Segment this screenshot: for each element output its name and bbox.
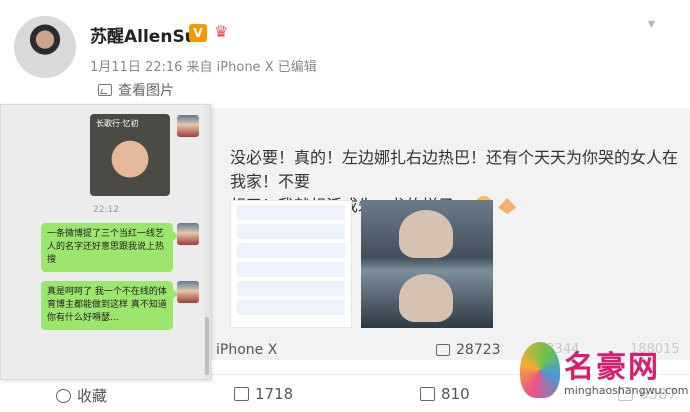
comment-icon [420, 387, 435, 401]
thumb-row [237, 300, 345, 315]
gift-emoji-icon [498, 198, 517, 214]
post-meta: 1月11日 22:16 来自 iPhone X 已编辑 [90, 60, 317, 75]
thumb-row [237, 243, 345, 258]
drama-figure [399, 274, 453, 322]
watermark-name: 名豪网 [564, 350, 660, 385]
repost-source: iPhone X [216, 342, 277, 358]
chat-screenshot-overlay: 长歌行·忆初 22:12 一条微博提了三个当红一线艺人的名字还好意思跟我说上热搜… [0, 104, 211, 380]
repost-source-label: iPhone X [216, 342, 278, 358]
view-pics-link[interactable]: 查看图片 [98, 80, 174, 100]
chat-avatar [177, 223, 199, 245]
repost-image-chat[interactable] [230, 200, 352, 328]
watermark-url: minghaoshangwu.com [564, 384, 689, 397]
scrollbar-thumb[interactable] [205, 317, 209, 375]
crown-icon: ♛ [214, 22, 229, 41]
repost-button[interactable]: 1718 [234, 385, 293, 403]
weibo-screenshot: 苏醒AllenSu V ♛ 1月11日 22:16 来自 iPhone X 已编… [0, 0, 690, 412]
repost-share-value: 28723 [456, 342, 501, 358]
favorite-label: 收藏 [77, 387, 108, 405]
view-pics-label: 查看图片 [118, 83, 174, 99]
picture-icon [98, 84, 112, 96]
chat-avatar [177, 115, 199, 137]
chat-message-1: 一条微博提了三个当红一线艺人的名字还好意思跟我说上热搜 [47, 229, 165, 265]
repost-image-drama[interactable] [361, 200, 493, 328]
author-avatar[interactable] [14, 16, 76, 78]
chat-bubble: 真是呵呵了 我一个不在线的体育博主都能做到这样 真不知道你有什么好嘚瑟... [41, 281, 178, 330]
chat-scrollbar[interactable] [204, 105, 210, 379]
chat-time: 22:12 [93, 205, 119, 215]
chat-photo[interactable]: 长歌行·忆初 [90, 114, 170, 196]
comment-button[interactable]: 810 [420, 385, 470, 403]
chat-avatar [177, 281, 199, 303]
chat-photo-label: 长歌行·忆初 [96, 119, 139, 128]
star-icon [56, 388, 71, 403]
repost-icon [234, 387, 249, 401]
repost-icon [436, 344, 450, 356]
repost-value: 1718 [255, 385, 294, 403]
repost-text-line1: 没必要！真的！左边娜扎右边热巴！还有个天天为你哭的女人在我家！不要 [230, 148, 679, 191]
thumb-row [237, 224, 345, 239]
drama-figure [399, 210, 453, 258]
chat-message-2: 真是呵呵了 我一个不在线的体育博主都能做到这样 真不知道你有什么好嘚瑟... [47, 287, 167, 323]
author-name[interactable]: 苏醒AllenSu [90, 22, 197, 47]
comment-value: 810 [441, 385, 470, 403]
watermark-logo-icon [520, 342, 560, 398]
more-dots-icon[interactable]: ▾ [648, 16, 672, 32]
verified-badge: V [189, 24, 207, 42]
favorite-button[interactable]: 收藏 [56, 385, 107, 406]
thumb-row [237, 281, 345, 296]
thumb-row [237, 205, 345, 220]
chat-bubble: 一条微博提了三个当红一线艺人的名字还好意思跟我说上热搜 [41, 223, 178, 272]
repost-share-count[interactable]: 28723 [436, 342, 501, 358]
site-watermark: 名豪网 minghaoshangwu.com [520, 338, 690, 408]
thumb-row [237, 262, 345, 277]
